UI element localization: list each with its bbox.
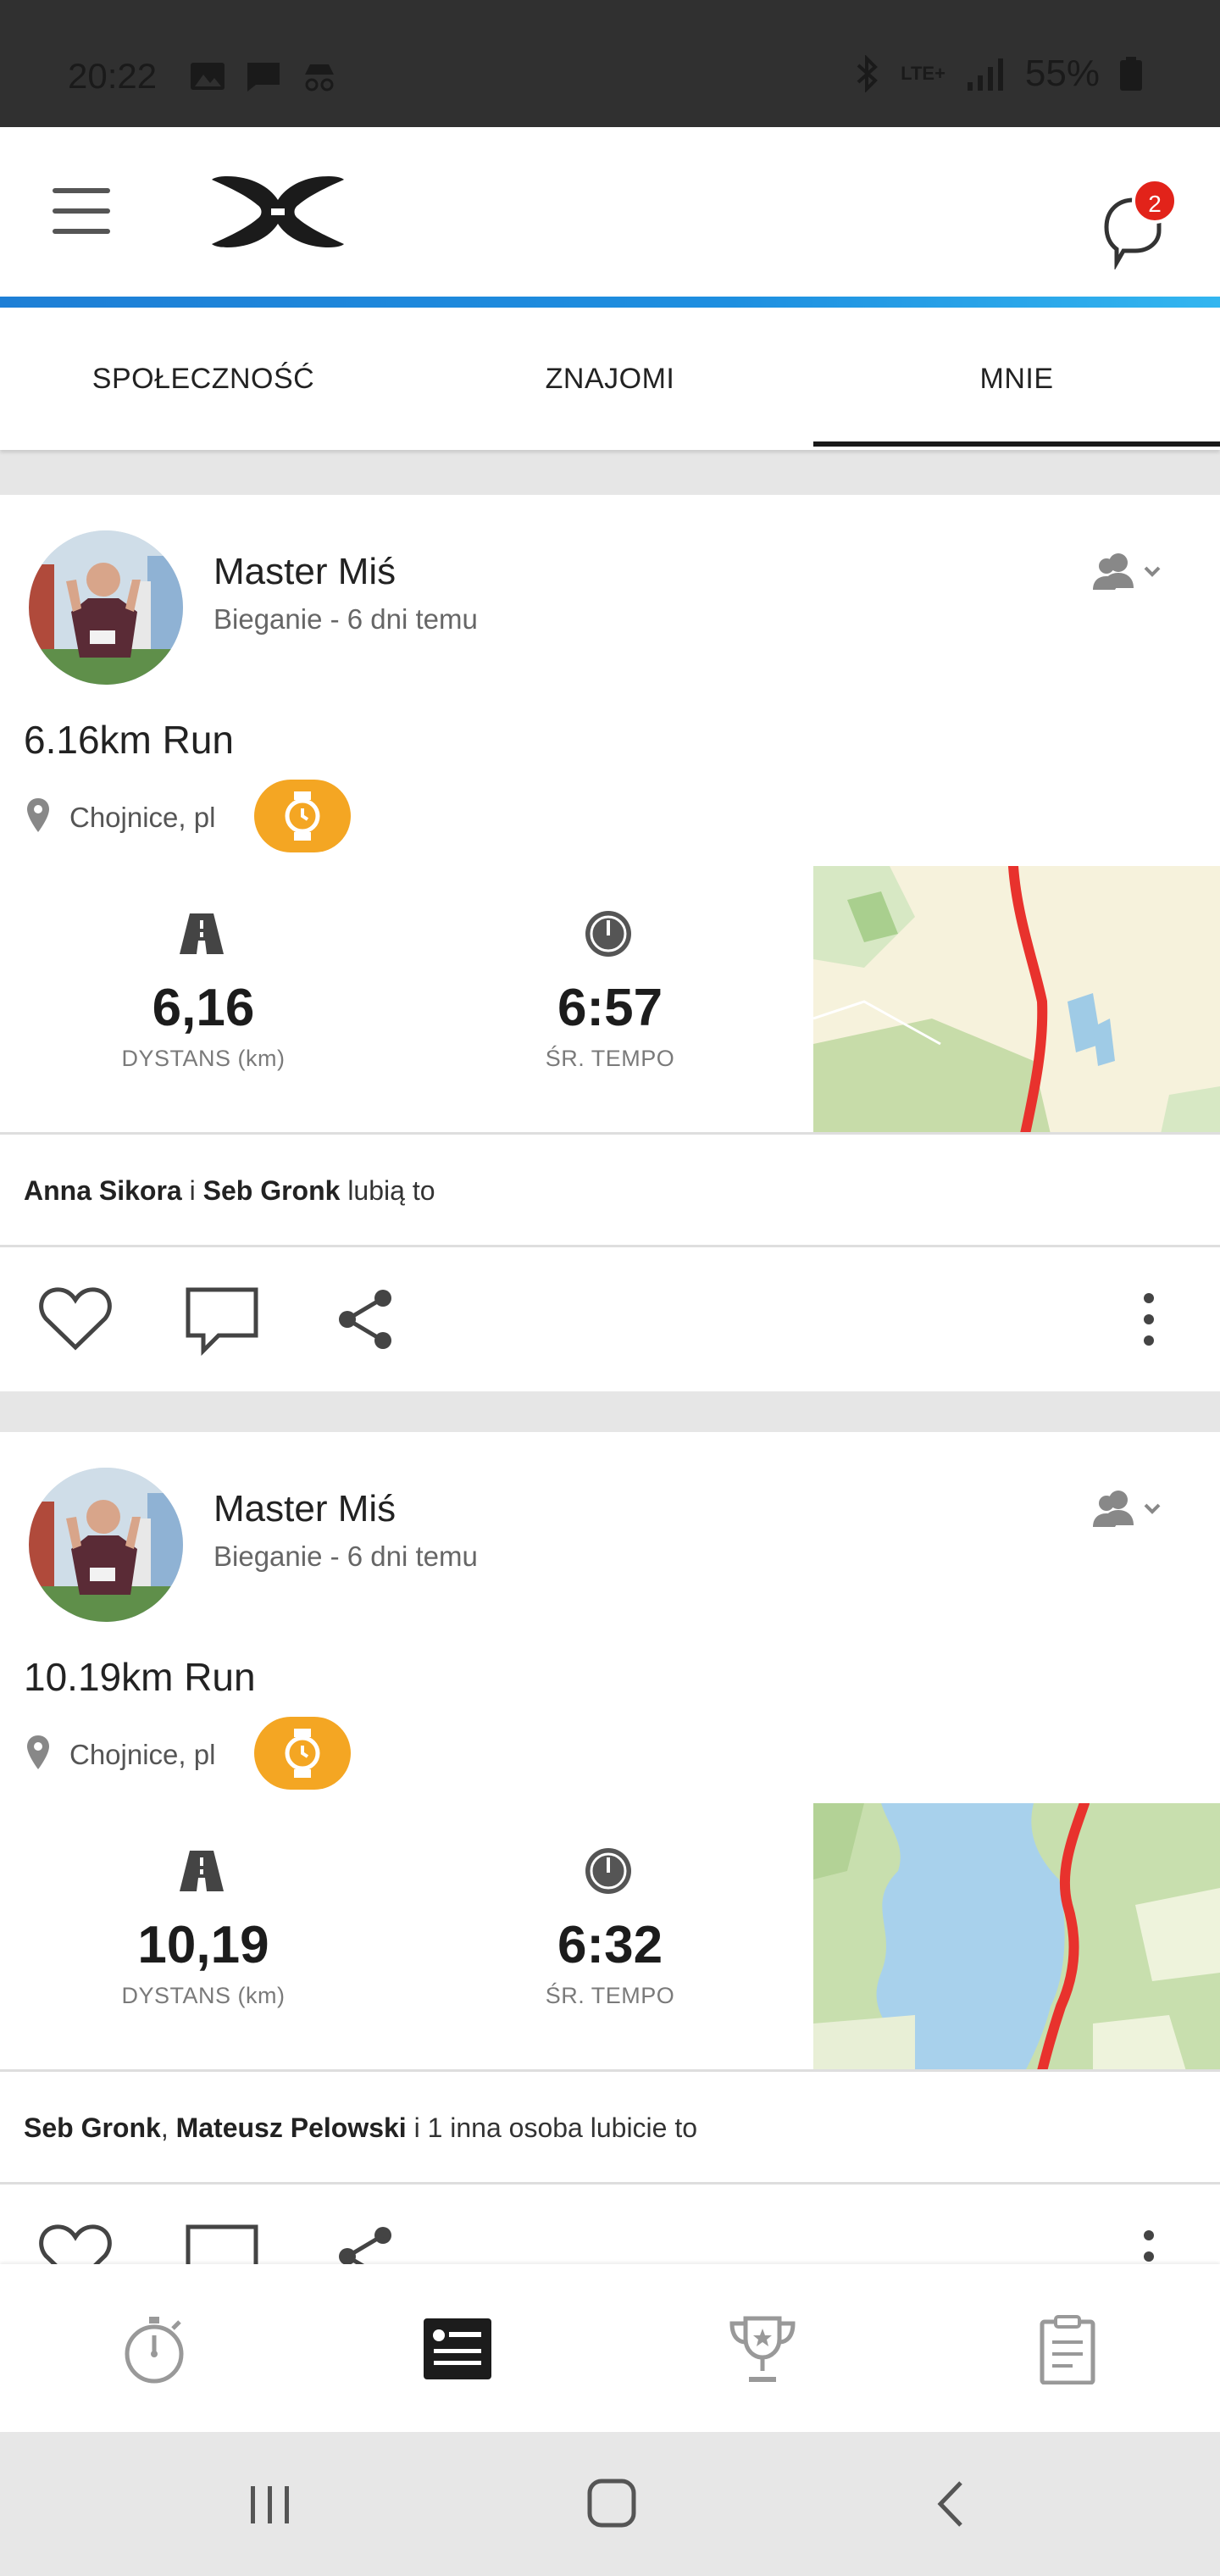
- likes-connector: i: [181, 1175, 203, 1206]
- device-badge: [254, 1717, 351, 1790]
- message-icon: [247, 63, 280, 92]
- home-button[interactable]: [578, 2474, 646, 2534]
- status-notification-icons: [188, 59, 339, 93]
- battery-icon: [1120, 57, 1142, 91]
- header-accent-bar: [0, 297, 1220, 308]
- location-pin-icon: [27, 1735, 49, 1769]
- likes-suffix: lubią to: [340, 1175, 435, 1206]
- activity-location: Chojnice, pl: [69, 802, 216, 833]
- stat-distance-label: DYSTANS (km): [121, 1046, 286, 1071]
- stat-pace-value: 6:32: [557, 1916, 663, 1974]
- menu-line: [53, 229, 110, 234]
- menu-line: [53, 208, 110, 214]
- avatar-photo: [29, 1468, 183, 1622]
- liker-name[interactable]: Anna Sikora: [24, 1175, 182, 1206]
- privacy-friends-icon[interactable]: [1084, 1485, 1166, 1535]
- trophy-icon[interactable]: [727, 2313, 798, 2384]
- menu-line: [53, 188, 110, 193]
- activity-actions: [0, 1247, 1220, 1391]
- system-navigation-bar: [0, 2432, 1220, 2576]
- share-button[interactable]: [334, 1286, 396, 1352]
- route-map-image: [813, 866, 1220, 1134]
- status-system-icons: LTE+ 55%: [851, 53, 1144, 95]
- notification-count-badge: 2: [1132, 178, 1178, 224]
- status-bar: 20:22 LTE+ 55%: [0, 0, 1220, 127]
- more-options-button[interactable]: [1139, 2227, 1159, 2264]
- liker-name[interactable]: Seb Gronk: [203, 1175, 341, 1206]
- feed-tabs: SPOŁECZNOŚĆ ZNAJOMI MNIE: [0, 308, 1220, 450]
- clipboard-icon[interactable]: [1032, 2313, 1103, 2384]
- share-button[interactable]: [334, 2223, 396, 2264]
- activity-subtitle: Bieganie - 6 dni temu: [214, 1541, 478, 1572]
- likes-text: Anna Sikora i Seb Gronk lubią to: [24, 1175, 435, 1207]
- activity-actions: [0, 2185, 1220, 2264]
- speedometer-icon: [585, 911, 631, 957]
- activity-location: Chojnice, pl: [69, 1739, 216, 1770]
- device-badge: [254, 780, 351, 852]
- comment-button[interactable]: [185, 2222, 261, 2264]
- status-time: 20:22: [68, 56, 158, 96]
- tab-me[interactable]: MNIE: [813, 308, 1220, 450]
- watch-icon: [285, 791, 320, 841]
- road-icon: [180, 1851, 224, 1891]
- menu-button[interactable]: [53, 188, 110, 236]
- bluetooth-icon: [857, 55, 879, 92]
- tab-community[interactable]: SPOŁECZNOŚĆ: [0, 308, 407, 450]
- activity-subtitle: Bieganie - 6 dni temu: [214, 603, 478, 635]
- gallery-icon: [191, 63, 225, 90]
- stat-distance-value: 10,19: [137, 1916, 269, 1974]
- liker-name[interactable]: Mateusz Pelowski: [176, 2112, 407, 2143]
- avatar[interactable]: [29, 530, 183, 685]
- activity-title[interactable]: 10.19km Run: [24, 1654, 256, 1700]
- brand-logo: [212, 176, 344, 247]
- incognito-icon: [305, 64, 334, 92]
- like-button[interactable]: [37, 2222, 114, 2264]
- bottom-navigation: [0, 2264, 1220, 2432]
- stat-distance-label: DYSTANS (km): [121, 1983, 286, 2008]
- feed-icon[interactable]: [422, 2313, 493, 2384]
- speedometer-icon: [585, 1848, 631, 1894]
- stopwatch-icon[interactable]: [119, 2313, 190, 2384]
- user-name[interactable]: Master Miś: [214, 551, 396, 593]
- road-icon: [180, 913, 224, 954]
- route-map-image: [813, 1803, 1220, 2071]
- stat-pace-label: ŚR. TEMPO: [545, 1046, 675, 1071]
- signal-icon: [967, 58, 1003, 91]
- notifications-button[interactable]: 2: [1098, 178, 1183, 269]
- activity-card[interactable]: Master Miś Bieganie - 6 dni temu 10.19km…: [0, 1432, 1220, 2264]
- avatar[interactable]: [29, 1468, 183, 1622]
- like-button[interactable]: [37, 1285, 114, 1352]
- stat-pace-label: ŚR. TEMPO: [545, 1983, 675, 2008]
- more-options-button[interactable]: [1139, 1290, 1159, 1349]
- comment-button[interactable]: [185, 1285, 261, 1356]
- likes-connector: ,: [160, 2112, 176, 2143]
- avatar-photo: [29, 530, 183, 685]
- activity-title[interactable]: 6.16km Run: [24, 717, 234, 763]
- watch-icon: [285, 1729, 320, 1778]
- recent-apps-button[interactable]: [237, 2474, 305, 2534]
- app-header: 2: [0, 127, 1220, 297]
- back-button[interactable]: [918, 2474, 986, 2534]
- stat-distance-value: 6,16: [152, 979, 255, 1037]
- liker-name[interactable]: Seb Gronk: [24, 2112, 161, 2143]
- network-type: LTE+: [901, 63, 946, 84]
- stat-pace-value: 6:57: [557, 979, 663, 1037]
- likes-suffix: i 1 inna osoba lubicie to: [406, 2112, 698, 2143]
- battery-percent: 55%: [1024, 53, 1100, 94]
- likes-summary[interactable]: Seb Gronk, Mateusz Pelowski i 1 inna oso…: [0, 2069, 1220, 2185]
- location-pin-icon: [27, 798, 49, 832]
- route-map[interactable]: [813, 866, 1220, 1134]
- tab-friends[interactable]: ZNAJOMI: [407, 308, 813, 450]
- likes-summary[interactable]: Anna Sikora i Seb Gronk lubią to: [0, 1132, 1220, 1247]
- route-map[interactable]: [813, 1803, 1220, 2071]
- activity-card[interactable]: Master Miś Bieganie - 6 dni temu 6.16km …: [0, 495, 1220, 1391]
- likes-text: Seb Gronk, Mateusz Pelowski i 1 inna oso…: [24, 2112, 697, 2144]
- user-name[interactable]: Master Miś: [214, 1488, 396, 1530]
- privacy-friends-icon[interactable]: [1084, 547, 1166, 598]
